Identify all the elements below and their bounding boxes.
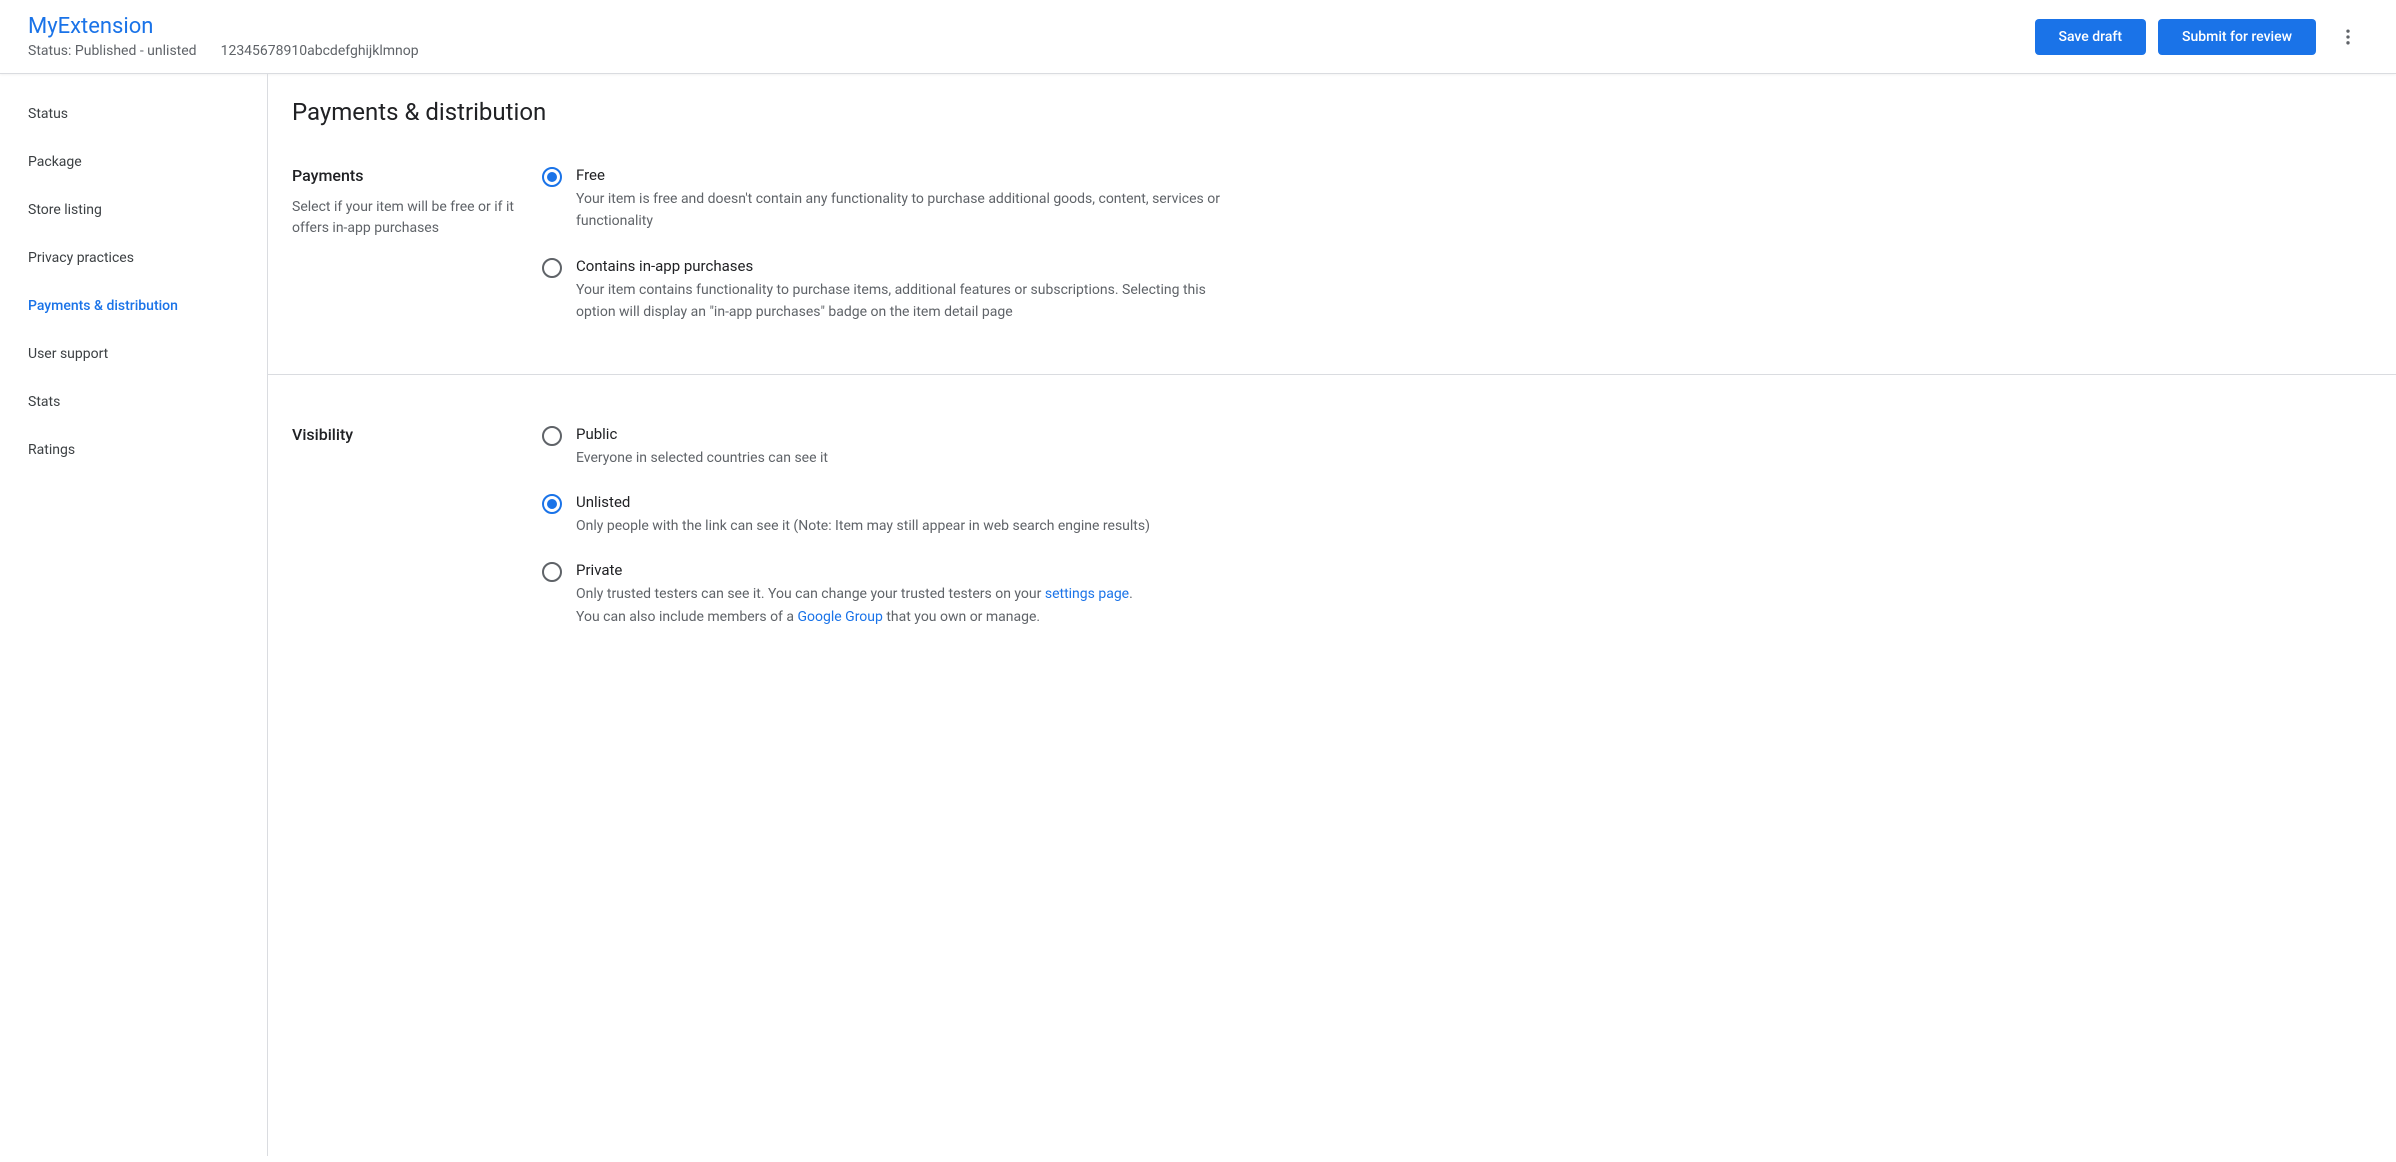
- radio-option-unlisted[interactable]: Unlisted Only people with the link can s…: [542, 493, 1222, 537]
- desc-text: that you own or manage.: [883, 609, 1040, 625]
- settings-page-link[interactable]: settings page: [1045, 586, 1129, 602]
- extension-id: 12345678910abcdefghijklmnop: [221, 43, 419, 59]
- sidebar-item-privacy[interactable]: Privacy practices: [0, 234, 267, 282]
- radio-input[interactable]: [542, 494, 562, 514]
- radio-label: Public: [576, 425, 1222, 443]
- radio-label: Free: [576, 166, 1222, 184]
- sidebar-item-label: Privacy practices: [28, 250, 134, 266]
- radio-content: Public Everyone in selected countries ca…: [576, 425, 1222, 469]
- radio-label: Contains in-app purchases: [576, 257, 1222, 275]
- sidebar-item-label: Ratings: [28, 442, 75, 458]
- radio-input[interactable]: [542, 167, 562, 187]
- section-title: Payments: [292, 166, 518, 185]
- radio-option-free[interactable]: Free Your item is free and doesn't conta…: [542, 166, 1222, 233]
- more-vert-icon: [2338, 27, 2358, 47]
- header-meta: Status: Published - unlisted 12345678910…: [28, 43, 419, 59]
- sidebar-item-label: User support: [28, 346, 108, 362]
- header-right: Save draft Submit for review: [2035, 17, 2368, 57]
- sidebar-item-label: Payments & distribution: [28, 298, 178, 314]
- radio-option-public[interactable]: Public Everyone in selected countries ca…: [542, 425, 1222, 469]
- page-title: Payments & distribution: [268, 98, 2396, 166]
- sidebar-item-payments-distribution[interactable]: Payments & distribution: [0, 282, 267, 330]
- desc-text: .: [1129, 586, 1133, 602]
- visibility-section: Visibility Public Everyone in selected c…: [268, 425, 2396, 679]
- section-right: Free Your item is free and doesn't conta…: [542, 166, 1222, 324]
- status-text: Status: Published - unlisted: [28, 43, 197, 59]
- radio-option-private[interactable]: Private Only trusted testers can see it.…: [542, 561, 1222, 628]
- radio-desc: Only trusted testers can see it. You can…: [576, 583, 1222, 628]
- main-content: Payments & distribution Payments Select …: [268, 74, 2396, 1156]
- radio-label: Private: [576, 561, 1222, 579]
- sidebar-item-label: Stats: [28, 394, 60, 410]
- radio-label: Unlisted: [576, 493, 1222, 511]
- desc-text: You can also include members of a: [576, 609, 797, 625]
- radio-desc: Everyone in selected countries can see i…: [576, 447, 1222, 469]
- google-group-link[interactable]: Google Group: [797, 609, 882, 625]
- radio-content: Free Your item is free and doesn't conta…: [576, 166, 1222, 233]
- more-options-button[interactable]: [2328, 17, 2368, 57]
- sidebar-item-stats[interactable]: Stats: [0, 378, 267, 426]
- header: MyExtension Status: Published - unlisted…: [0, 0, 2396, 74]
- sidebar-item-label: Status: [28, 106, 68, 122]
- radio-content: Private Only trusted testers can see it.…: [576, 561, 1222, 628]
- radio-input[interactable]: [542, 258, 562, 278]
- sidebar-item-label: Store listing: [28, 202, 102, 218]
- sidebar: Status Package Store listing Privacy pra…: [0, 74, 268, 1156]
- app-title[interactable]: MyExtension: [28, 14, 419, 39]
- sidebar-item-store-listing[interactable]: Store listing: [0, 186, 267, 234]
- desc-text: Only trusted testers can see it. You can…: [576, 586, 1045, 602]
- radio-option-iap[interactable]: Contains in-app purchases Your item cont…: [542, 257, 1222, 324]
- sidebar-item-package[interactable]: Package: [0, 138, 267, 186]
- sidebar-item-status[interactable]: Status: [0, 90, 267, 138]
- radio-desc: Your item contains functionality to purc…: [576, 279, 1222, 324]
- section-left: Visibility: [292, 425, 542, 629]
- section-right: Public Everyone in selected countries ca…: [542, 425, 1222, 629]
- section-title: Visibility: [292, 425, 518, 444]
- layout: Status Package Store listing Privacy pra…: [0, 74, 2396, 1156]
- section-desc: Select if your item will be free or if i…: [292, 197, 518, 239]
- section-left: Payments Select if your item will be fre…: [292, 166, 542, 324]
- radio-input[interactable]: [542, 562, 562, 582]
- save-draft-button[interactable]: Save draft: [2035, 19, 2147, 55]
- radio-desc: Only people with the link can see it (No…: [576, 515, 1222, 537]
- payments-section: Payments Select if your item will be fre…: [268, 166, 2396, 375]
- sidebar-item-ratings[interactable]: Ratings: [0, 426, 267, 474]
- sidebar-item-user-support[interactable]: User support: [0, 330, 267, 378]
- radio-content: Contains in-app purchases Your item cont…: [576, 257, 1222, 324]
- radio-content: Unlisted Only people with the link can s…: [576, 493, 1222, 537]
- sidebar-item-label: Package: [28, 154, 82, 170]
- radio-input[interactable]: [542, 426, 562, 446]
- header-left: MyExtension Status: Published - unlisted…: [28, 14, 419, 59]
- radio-desc: Your item is free and doesn't contain an…: [576, 188, 1222, 233]
- submit-review-button[interactable]: Submit for review: [2158, 19, 2316, 55]
